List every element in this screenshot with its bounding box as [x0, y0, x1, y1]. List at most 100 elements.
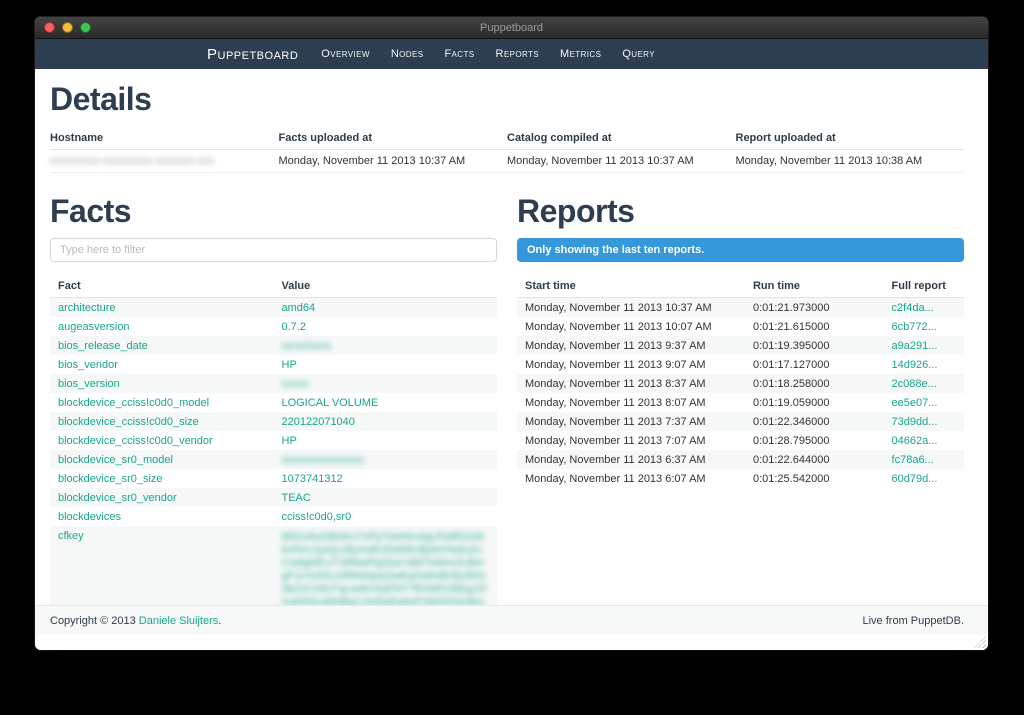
- author-link[interactable]: Daniele Sluijters: [139, 615, 218, 627]
- nav-item[interactable]: Facts: [444, 48, 474, 60]
- report-run-time: 0:01:19.059000: [745, 393, 884, 412]
- fact-value: LOGICAL VOLUME: [274, 393, 498, 412]
- fact-row: blockdevices cciss!c0d0,sr0: [50, 507, 497, 526]
- report-hash-link[interactable]: fc78a6...: [884, 450, 964, 469]
- catalog-compiled-value: Monday, November 11 2013 10:37 AM: [507, 150, 736, 173]
- fact-value: 1073741312: [274, 469, 498, 488]
- fact-name-link[interactable]: bios_release_date: [50, 336, 274, 355]
- fact-name-link[interactable]: blockdevice_sr0_vendor: [50, 488, 274, 507]
- report-row: Monday, November 11 2013 7:37 AM 0:01:22…: [517, 412, 964, 431]
- footer-status: Live from PuppetDB.: [863, 615, 965, 627]
- facts-uploaded-value: Monday, November 11 2013 10:37 AM: [279, 150, 508, 173]
- fact-name-link[interactable]: blockdevice_sr0_size: [50, 469, 274, 488]
- fact-value: cciss!c0d0,sr0: [274, 507, 498, 526]
- report-row: Monday, November 11 2013 7:07 AM 0:01:28…: [517, 431, 964, 450]
- fact-name-link[interactable]: augeasversion: [50, 317, 274, 336]
- report-start-time: Monday, November 11 2013 6:07 AM: [517, 469, 745, 488]
- report-run-time: 0:01:19.395000: [745, 336, 884, 355]
- facts-col-fact: Fact: [50, 274, 274, 298]
- details-col-report-uploaded: Report uploaded at: [736, 126, 965, 150]
- report-run-time: 0:01:28.795000: [745, 431, 884, 450]
- reports-col-start-time: Start time: [517, 274, 745, 298]
- fact-row: augeasversion 0.7.2: [50, 317, 497, 336]
- report-hash-link[interactable]: c2f4da...: [884, 298, 964, 318]
- report-start-time: Monday, November 11 2013 6:37 AM: [517, 450, 745, 469]
- fact-row: cfkey MIGJAoGBAKx7vPyT0eNm4qLfGdR2sWbVhc…: [50, 526, 497, 605]
- nav-item[interactable]: Reports: [496, 48, 540, 60]
- report-hash-link[interactable]: 04662a...: [884, 431, 964, 450]
- fact-row: architecture amd64: [50, 298, 497, 318]
- window-close-button[interactable]: [44, 22, 55, 33]
- nav-item[interactable]: Overview: [321, 48, 370, 60]
- report-hash-link[interactable]: 2c088e...: [884, 374, 964, 393]
- fact-row: blockdevice_cciss!c0d0_model LOGICAL VOL…: [50, 393, 497, 412]
- fact-value: HP: [274, 431, 498, 450]
- fact-value: TEAC: [274, 488, 498, 507]
- fact-name-link[interactable]: bios_version: [50, 374, 274, 393]
- reports-table: Start time Run time Full report Monday, …: [517, 274, 964, 488]
- report-run-time: 0:01:25.542000: [745, 469, 884, 488]
- reports-title: Reports: [517, 193, 964, 230]
- report-start-time: Monday, November 11 2013 10:07 AM: [517, 317, 745, 336]
- report-run-time: 0:01:17.127000: [745, 355, 884, 374]
- report-start-time: Monday, November 11 2013 9:37 AM: [517, 336, 745, 355]
- facts-title: Facts: [50, 193, 497, 230]
- report-hash-link[interactable]: 73d9dd...: [884, 412, 964, 431]
- report-start-time: Monday, November 11 2013 7:07 AM: [517, 431, 745, 450]
- fact-row: bios_vendor HP: [50, 355, 497, 374]
- fact-row: blockdevice_sr0_model xxxxxxxxxxxxxxx: [50, 450, 497, 469]
- report-row: Monday, November 11 2013 9:37 AM 0:01:19…: [517, 336, 964, 355]
- nav-items: Overview Nodes Facts Reports Metrics Que…: [321, 48, 655, 60]
- footer: Copyright © 2013Daniele Sluijters. Live …: [35, 605, 988, 635]
- facts-col-value: Value: [274, 274, 498, 298]
- browser-window: Puppetboard Puppetboard Overview Nodes F…: [35, 17, 988, 650]
- window-zoom-button[interactable]: [80, 22, 91, 33]
- report-hash-link[interactable]: 14d926...: [884, 355, 964, 374]
- nav-item[interactable]: Query: [622, 48, 655, 60]
- resize-grip-icon[interactable]: [974, 636, 986, 648]
- details-col-catalog-compiled: Catalog compiled at: [507, 126, 736, 150]
- facts-section: Facts Fact Value architecture amd64: [50, 183, 497, 605]
- traffic-lights: [44, 22, 91, 33]
- fact-name-link[interactable]: architecture: [50, 298, 274, 318]
- fact-value: 220122071040: [274, 412, 498, 431]
- fact-row: blockdevice_sr0_vendor TEAC: [50, 488, 497, 507]
- report-start-time: Monday, November 11 2013 8:37 AM: [517, 374, 745, 393]
- details-title: Details: [50, 81, 964, 118]
- navbar: Puppetboard Overview Nodes Facts Reports…: [35, 39, 988, 69]
- report-row: Monday, November 11 2013 8:37 AM 0:01:18…: [517, 374, 964, 393]
- report-hash-link[interactable]: 60d79d...: [884, 469, 964, 488]
- hostname-link[interactable]: xxxxxxxxx-xxxxxxxxx.xxxxxxx.xxx: [50, 155, 214, 167]
- fact-name-link[interactable]: blockdevice_cciss!c0d0_model: [50, 393, 274, 412]
- fact-value: xxxxxxxxxxxxxxx: [274, 450, 498, 469]
- window-minimize-button[interactable]: [62, 22, 73, 33]
- fact-value: xx/xx/xxxx: [274, 336, 498, 355]
- window-titlebar[interactable]: Puppetboard: [35, 17, 988, 39]
- fact-name-link[interactable]: bios_vendor: [50, 355, 274, 374]
- reports-col-full-report: Full report: [884, 274, 964, 298]
- fact-row: blockdevice_cciss!c0d0_size 220122071040: [50, 412, 497, 431]
- window-bottom-strip: [35, 635, 988, 650]
- fact-value: HP: [274, 355, 498, 374]
- nav-item[interactable]: Metrics: [560, 48, 601, 60]
- report-hash-link[interactable]: 6cb772...: [884, 317, 964, 336]
- footer-copyright: Copyright © 2013Daniele Sluijters.: [50, 615, 221, 627]
- fact-name-link[interactable]: blockdevice_cciss!c0d0_size: [50, 412, 274, 431]
- report-hash-link[interactable]: ee5e07...: [884, 393, 964, 412]
- fact-name-link[interactable]: blockdevice_sr0_model: [50, 450, 274, 469]
- report-start-time: Monday, November 11 2013 7:37 AM: [517, 412, 745, 431]
- report-hash-link[interactable]: a9a291...: [884, 336, 964, 355]
- nav-item[interactable]: Nodes: [391, 48, 424, 60]
- details-col-facts-uploaded: Facts uploaded at: [279, 126, 508, 150]
- copyright-text: Copyright © 2013: [50, 615, 136, 627]
- report-run-time: 0:01:18.258000: [745, 374, 884, 393]
- report-run-time: 0:01:22.644000: [745, 450, 884, 469]
- fact-name-link[interactable]: blockdevices: [50, 507, 274, 526]
- facts-filter-input[interactable]: [50, 238, 497, 262]
- fact-name-link[interactable]: cfkey: [50, 526, 274, 605]
- facts-table: Fact Value architecture amd64 au: [50, 274, 497, 605]
- fact-value: 0.7.2: [274, 317, 498, 336]
- brand-link[interactable]: Puppetboard: [207, 46, 298, 63]
- fact-name-link[interactable]: blockdevice_cciss!c0d0_vendor: [50, 431, 274, 450]
- report-start-time: Monday, November 11 2013 8:07 AM: [517, 393, 745, 412]
